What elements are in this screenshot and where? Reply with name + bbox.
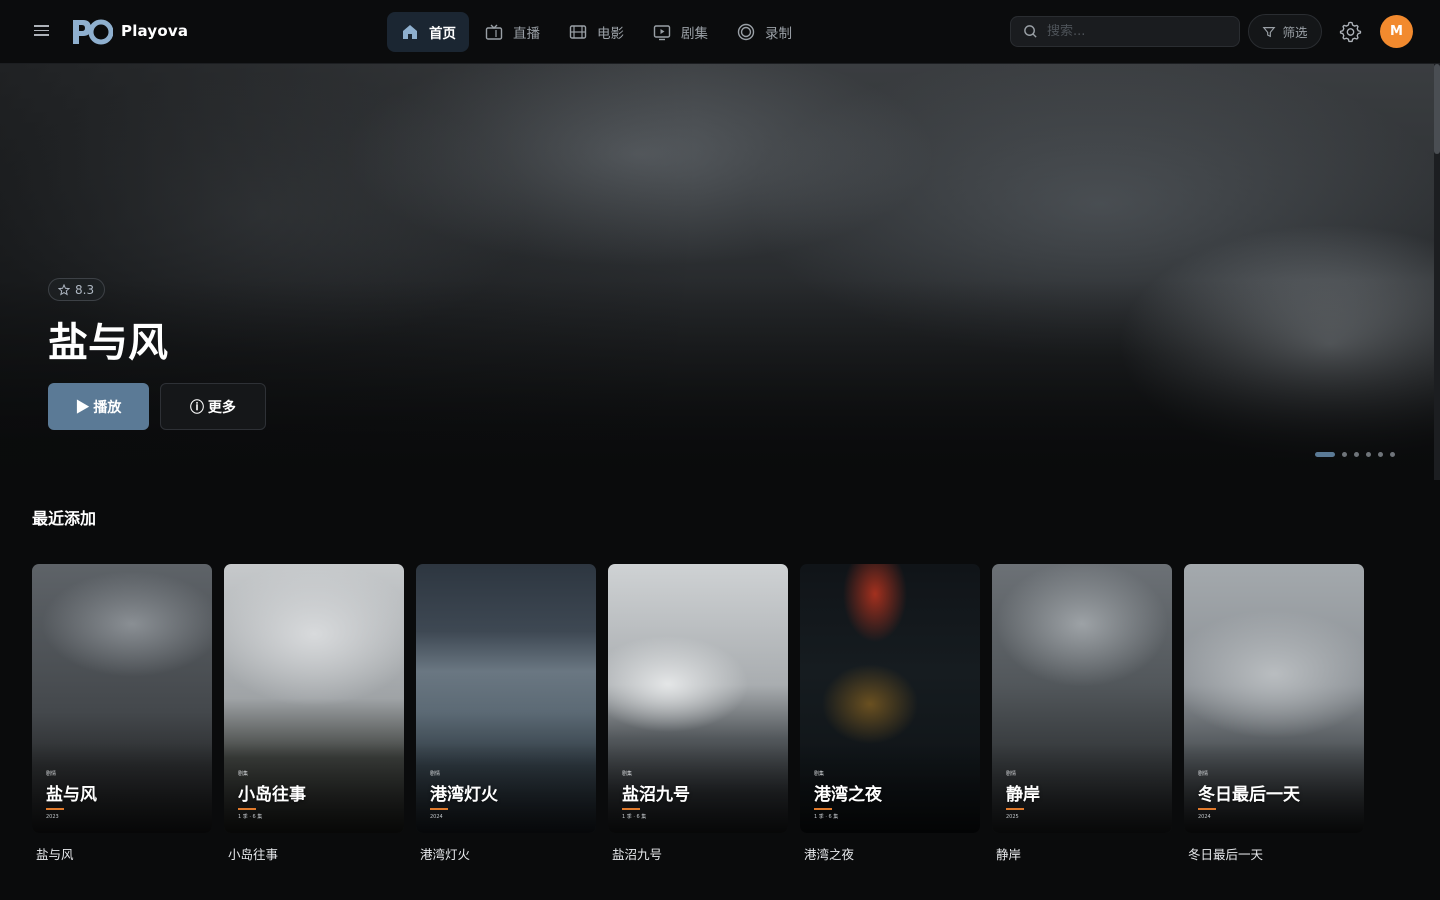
top-bar: Playova 首页 直播 电影 剧集 录制 筛选 M	[0, 0, 1440, 64]
poster-title: 冬日最后一天	[1198, 785, 1300, 805]
poster-accent-bar	[1198, 808, 1216, 810]
poster-accent-bar	[430, 808, 448, 810]
media-card[interactable]: 剧集 港湾之夜 1 季 · 6 集 港湾之夜	[800, 564, 980, 863]
media-card[interactable]: 剧集 盐沼九号 1 季 · 6 集 盐沼九号	[608, 564, 788, 863]
poster-title: 盐与风	[46, 785, 97, 805]
poster[interactable]: 剧集 小岛往事 1 季 · 6 集	[224, 564, 404, 833]
app-name[interactable]: Playova	[121, 22, 188, 40]
media-card[interactable]: 剧情 港湾灯火 2024 港湾灯火	[416, 564, 596, 863]
home-icon	[403, 25, 417, 39]
nav-recordings-label: 录制	[765, 26, 792, 42]
poster[interactable]: 剧情 静岸 2025	[992, 564, 1172, 833]
scrollbar[interactable]	[1434, 64, 1440, 480]
poster-kind: 剧集	[238, 771, 249, 777]
nav-home[interactable]: 首页	[387, 12, 469, 52]
section-title-recent: 最近添加	[32, 509, 97, 528]
poster-title: 港湾灯火	[430, 785, 498, 805]
carousel-dot-3[interactable]	[1354, 452, 1359, 457]
gear-icon[interactable]	[1339, 20, 1362, 43]
play-button[interactable]: ▶ 播放	[48, 383, 149, 430]
poster-meta: 2024	[1198, 814, 1211, 820]
poster[interactable]: 剧情 盐与风 2023	[32, 564, 212, 833]
poster[interactable]: 剧情 冬日最后一天 2024	[1184, 564, 1364, 833]
star-icon	[58, 283, 70, 296]
poster-meta: 1 季 · 6 集	[238, 814, 263, 820]
poster-meta: 1 季 · 6 集	[622, 814, 647, 820]
filter-label: 筛选	[1282, 25, 1308, 40]
carousel-dot-6[interactable]	[1390, 452, 1395, 457]
card-caption[interactable]: 静岸	[992, 844, 1172, 863]
poster-title: 静岸	[1006, 785, 1040, 805]
carousel-indicators	[1315, 452, 1402, 457]
record-icon	[737, 23, 755, 41]
carousel-dot-2[interactable]	[1342, 452, 1347, 457]
poster-meta: 2025	[1006, 814, 1019, 820]
card-caption[interactable]: 盐沼九号	[608, 844, 788, 863]
poster-accent-bar	[1006, 808, 1024, 810]
filter-button[interactable]: 筛选	[1248, 14, 1322, 49]
media-card[interactable]: 剧情 冬日最后一天 2024 冬日最后一天	[1184, 564, 1364, 863]
film-icon	[569, 25, 587, 39]
filter-icon	[1263, 26, 1276, 37]
search-box	[1010, 16, 1240, 47]
nav-live[interactable]: 直播	[471, 12, 553, 52]
scrollbar-thumb[interactable]	[1434, 64, 1440, 154]
carousel-dot-1[interactable]	[1315, 452, 1335, 457]
media-card[interactable]: 剧情 静岸 2025 静岸	[992, 564, 1172, 863]
poster-title: 港湾之夜	[814, 785, 882, 805]
more-info-button[interactable]: ⓘ 更多	[160, 383, 266, 430]
nav-recordings[interactable]: 录制	[723, 12, 805, 52]
search-input[interactable]	[1047, 24, 1217, 39]
poster[interactable]: 剧情 港湾灯火 2024	[416, 564, 596, 833]
menu-icon[interactable]	[34, 22, 54, 42]
carousel-dot-5[interactable]	[1378, 452, 1383, 457]
poster-accent-bar	[238, 808, 256, 810]
hero-banner: 8.3 盐与风 ▶ 播放 ⓘ 更多	[0, 64, 1440, 480]
poster[interactable]: 剧集 盐沼九号 1 季 · 6 集	[608, 564, 788, 833]
poster-kind: 剧情	[46, 771, 57, 777]
poster[interactable]: 剧集 港湾之夜 1 季 · 6 集	[800, 564, 980, 833]
poster-kind: 剧情	[1198, 771, 1209, 777]
card-caption[interactable]: 港湾之夜	[800, 844, 980, 863]
poster-meta: 2023	[46, 814, 59, 820]
user-avatar[interactable]: M	[1380, 15, 1413, 48]
recent-row: 剧情 盐与风 2023 盐与风 剧集 小岛往事 1 季 · 6 集 小岛往事 剧…	[32, 564, 1376, 863]
rating-badge: 8.3	[48, 278, 106, 301]
live-tv-icon	[485, 24, 503, 40]
poster-title: 小岛往事	[238, 785, 306, 805]
card-caption[interactable]: 盐与风	[32, 844, 212, 863]
tv-series-icon	[653, 25, 671, 41]
hero-title: 盐与风	[48, 320, 168, 366]
poster-kind: 剧集	[814, 771, 825, 777]
nav-movies-label: 电影	[597, 26, 624, 42]
card-caption[interactable]: 小岛往事	[224, 844, 404, 863]
media-card[interactable]: 剧情 盐与风 2023 盐与风	[32, 564, 212, 863]
carousel-dot-4[interactable]	[1366, 452, 1371, 457]
poster-kind: 剧情	[430, 771, 441, 777]
poster-kind: 剧情	[1006, 771, 1017, 777]
nav-movies[interactable]: 电影	[555, 12, 637, 52]
poster-meta: 1 季 · 6 集	[814, 814, 839, 820]
poster-accent-bar	[46, 808, 64, 810]
media-card[interactable]: 剧集 小岛往事 1 季 · 6 集 小岛往事	[224, 564, 404, 863]
nav-home-label: 首页	[429, 26, 456, 42]
nav-series[interactable]: 剧集	[639, 12, 721, 52]
card-caption[interactable]: 港湾灯火	[416, 844, 596, 863]
poster-kind: 剧集	[622, 771, 633, 777]
main-nav: 首页 直播 电影 剧集 录制	[387, 12, 807, 52]
poster-meta: 2024	[430, 814, 443, 820]
nav-series-label: 剧集	[681, 26, 708, 42]
poster-accent-bar	[622, 808, 640, 810]
card-caption[interactable]: 冬日最后一天	[1184, 844, 1364, 863]
poster-accent-bar	[814, 808, 832, 810]
poster-title: 盐沼九号	[622, 785, 690, 805]
rating-value: 8.3	[75, 282, 95, 297]
search-icon	[1024, 25, 1037, 38]
logo-icon[interactable]	[71, 18, 113, 46]
nav-live-label: 直播	[513, 26, 540, 42]
